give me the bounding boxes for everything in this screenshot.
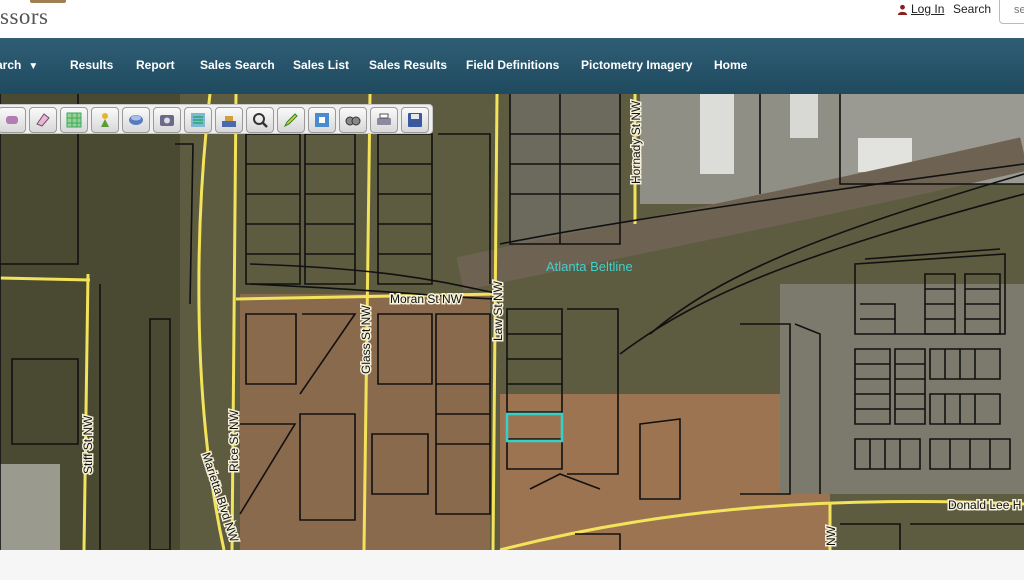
print-icon [377, 113, 391, 125]
nav-home[interactable]: Home [714, 58, 747, 72]
nav-search-label: arch [0, 58, 22, 72]
logo-mark [30, 0, 66, 3]
nav-field-definitions[interactable]: Field Definitions [466, 58, 559, 72]
identify-icon [101, 113, 109, 127]
map-canvas[interactable]: Moran St NW Law St NW Glass St NW Hornad… [0, 94, 1024, 550]
grid-select-tool-button[interactable] [60, 107, 88, 133]
gis-map[interactable]: Moran St NW Law St NW Glass St NW Hornad… [0, 94, 1024, 550]
aerial-pavement [0, 464, 60, 550]
buffer-tool-button[interactable] [215, 107, 243, 133]
identify-tool-button[interactable] [91, 107, 119, 133]
search-label: Search [953, 2, 992, 16]
chevron-down-icon: ▼ [28, 61, 39, 72]
nav-sales-search[interactable]: Sales Search [200, 58, 275, 72]
fullscreen-tool-button[interactable] [308, 107, 336, 133]
fullscreen-icon [315, 113, 329, 127]
main-nav: arch ▼ Results Report Sales Search Sales … [0, 38, 1024, 94]
grid-select-icon [66, 112, 82, 128]
print-tool-button[interactable] [370, 107, 398, 133]
nav-pictometry-imagery[interactable]: Pictometry Imagery [581, 58, 692, 72]
label-rice-st: Rice St NW [227, 409, 241, 472]
map-toolbar [0, 104, 433, 134]
nav-sales-list[interactable]: Sales List [293, 58, 349, 72]
user-icon [897, 4, 908, 15]
aerial-parking-yard [780, 284, 1024, 494]
site-logo-text: ssors [0, 4, 49, 29]
legend-icon [191, 113, 205, 127]
eraser-icon [36, 113, 50, 127]
login-link[interactable]: Log In [897, 2, 944, 16]
label-glass-st: Glass St NW [359, 305, 373, 374]
nav-results[interactable]: Results [70, 58, 113, 72]
label-law-st: Law St NW [491, 280, 505, 341]
site-header: ssors Log In Search [0, 0, 1024, 38]
camera-tool-button[interactable] [153, 107, 181, 133]
draw-icon [283, 113, 298, 128]
login-label: Log In [911, 2, 945, 16]
label-road-stub: NW [824, 525, 838, 546]
measure-tool-button[interactable] [339, 107, 367, 133]
label-donald-lee: Donald Lee H [948, 498, 1021, 512]
save-icon [408, 113, 422, 127]
buffer-icon [222, 116, 236, 127]
save-tool-button[interactable] [401, 107, 429, 133]
eraser-tool-button[interactable] [29, 107, 57, 133]
legend-tool-button[interactable] [184, 107, 212, 133]
label-hornady-st: Hornady St NW [629, 100, 643, 184]
measure-icon [345, 116, 361, 126]
nav-report[interactable]: Report [136, 58, 175, 72]
zoom-tool-button[interactable] [246, 107, 274, 133]
aerial-building [790, 94, 818, 138]
nav-sales-results[interactable]: Sales Results [369, 58, 447, 72]
aerial-lot [510, 94, 620, 244]
label-stiff-st: Stiff St NW [81, 415, 95, 474]
draw-tool-button[interactable] [277, 107, 305, 133]
camera-icon [160, 115, 174, 126]
label-moran-st: Moran St NW [390, 292, 463, 306]
page-footer-strip [0, 550, 1024, 580]
pan-tool-button[interactable] [0, 107, 26, 133]
layers-tool-button[interactable] [122, 107, 150, 133]
search-input[interactable] [999, 0, 1024, 24]
nav-search[interactable]: arch ▼ [0, 58, 38, 72]
layers-icon [129, 115, 143, 125]
label-atlanta-beltline: Atlanta Beltline [546, 259, 633, 274]
zoom-icon [253, 113, 268, 128]
pan-icon [6, 116, 18, 124]
aerial-building [700, 94, 734, 174]
